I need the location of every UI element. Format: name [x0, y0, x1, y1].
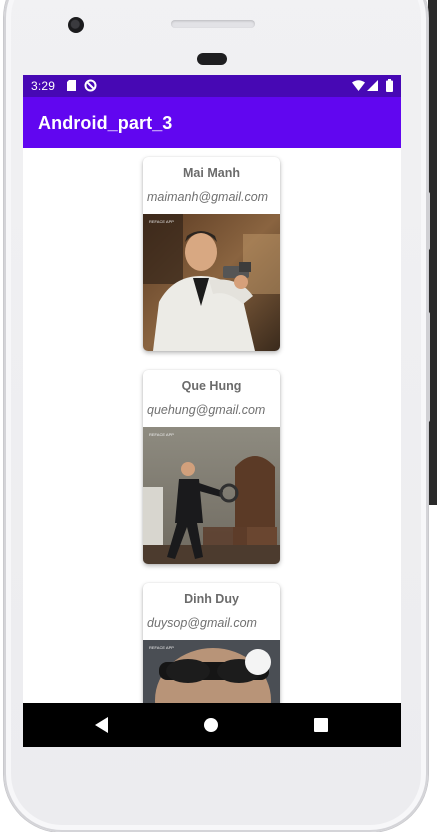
battery-icon — [386, 79, 393, 95]
front-camera — [68, 17, 84, 33]
app-title: Android_part_3 — [38, 113, 173, 133]
recents-icon[interactable] — [301, 703, 341, 747]
app-bar: Android_part_3 — [23, 97, 401, 148]
contact-photo: REFACE APP — [143, 214, 280, 351]
status-time: 3:29 — [31, 79, 56, 93]
speaker-grille — [171, 20, 255, 28]
contact-name: Que Hung — [181, 379, 242, 393]
wifi-icon — [352, 80, 365, 94]
contact-email: duysop@gmail.com — [147, 616, 257, 630]
back-icon[interactable] — [81, 703, 121, 747]
no-signal-circle-icon — [84, 79, 97, 95]
contact-name: Mai Manh — [183, 166, 240, 180]
status-bar: 3:29 — [23, 75, 401, 97]
contact-name: Dinh Duy — [184, 592, 239, 606]
volume-button — [426, 192, 430, 250]
desktop-side-strip — [428, 0, 437, 505]
contact-photo: REFACE APP — [143, 427, 280, 564]
photo-watermark: REFACE APP — [149, 432, 174, 437]
contact-email: quehung@gmail.com — [147, 403, 266, 417]
navigation-bar — [23, 703, 401, 747]
contact-photo: REFACE APP — [143, 640, 280, 703]
contact-card[interactable]: Que Hung quehung@gmail.com REFACE APP — [143, 370, 280, 564]
phone-screen: 3:29 Android_part_3 Mai Manh maimanh@gma… — [23, 75, 401, 747]
contact-email: maimanh@gmail.com — [147, 190, 269, 204]
contact-card[interactable]: Dinh Duy duysop@gmail.com REFACE APP — [143, 583, 280, 703]
power-button — [426, 312, 430, 422]
earpiece — [197, 53, 227, 65]
contact-card[interactable]: Mai Manh maimanh@gmail.com REFACE APP — [143, 157, 280, 351]
cell-signal-icon — [367, 80, 378, 94]
home-icon[interactable] — [191, 703, 231, 747]
contact-list[interactable]: Mai Manh maimanh@gmail.com REFACE APP Qu… — [23, 148, 401, 703]
photo-watermark: REFACE APP — [149, 219, 174, 224]
photo-watermark: REFACE APP — [149, 645, 174, 650]
sd-card-icon — [67, 80, 76, 94]
